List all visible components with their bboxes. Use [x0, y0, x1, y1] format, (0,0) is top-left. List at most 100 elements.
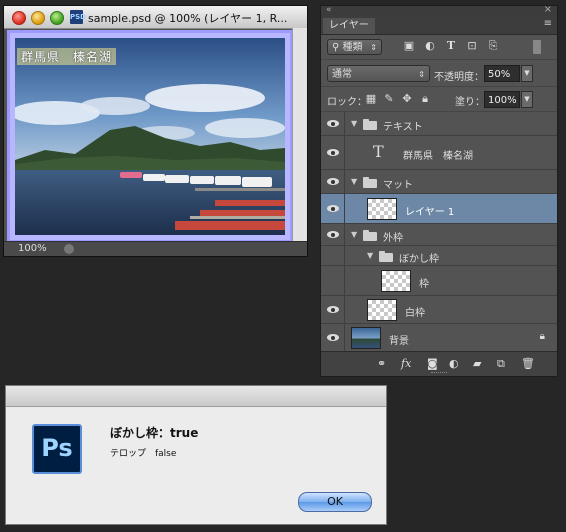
visibility-toggle[interactable] [321, 170, 345, 193]
shape-filter-icon[interactable]: ⊡ [466, 40, 478, 52]
eye-icon [327, 306, 339, 313]
folder-icon [379, 251, 393, 262]
pixel-filter-icon[interactable]: ▣ [403, 40, 415, 52]
visibility-toggle[interactable] [321, 296, 345, 323]
document-title: sample.psd @ 100% (レイヤー 1, R... [88, 12, 288, 25]
layer-name: 外枠 [383, 233, 403, 244]
blend-mode-select[interactable]: 通常 ⇕ [327, 65, 430, 82]
opacity-input[interactable]: 50% [484, 65, 520, 82]
lake-photo-image [15, 38, 285, 235]
layer-row-outer-frame-group[interactable]: ▼ 外枠 [321, 224, 557, 246]
disclosure-triangle-icon[interactable]: ▼ [351, 177, 357, 186]
visibility-toggle[interactable] [321, 324, 345, 352]
layer-name: 白枠 [405, 308, 425, 319]
disclosure-triangle-icon[interactable]: ▼ [367, 251, 373, 260]
filter-toggle-switch[interactable] [533, 40, 541, 54]
layer-filter-row: ⚲ 種類 ⇕ ▣ ◐ T ⊡ ⎘ [321, 35, 557, 60]
lock-all-icon[interactable]: 🔒︎ [419, 93, 431, 105]
eye-icon [327, 149, 339, 156]
layer-name: 枠 [419, 279, 429, 290]
document-titlebar[interactable]: PSD sample.psd @ 100% (レイヤー 1, R... [4, 6, 307, 29]
status-info-icon[interactable] [64, 244, 74, 254]
lock-fill-row: ロック： ▦ ✎ ✥ 🔒︎ 塗り： 100% ▼ [321, 87, 557, 112]
layer-row-background[interactable]: 背景 🔒︎ [321, 324, 557, 352]
layer-name: 群馬県 榛名湖 [403, 151, 473, 162]
layers-panel-footer: ⚭ fx ◙ ◐ ▰ ⧉ 🗑︎ [321, 351, 557, 376]
eye-icon [327, 334, 339, 341]
alert-titlebar[interactable] [6, 386, 386, 407]
type-filter-icon[interactable]: T [445, 40, 457, 52]
resize-grip[interactable] [431, 372, 447, 376]
layer-name: レイヤー 1 [405, 207, 455, 218]
layer-thumbnail [381, 270, 411, 292]
visibility-toggle[interactable] [321, 112, 345, 135]
smart-object-filter-icon[interactable]: ⎘ [487, 40, 499, 52]
close-panel-icon[interactable]: × [544, 4, 552, 15]
visibility-toggle[interactable] [321, 266, 345, 295]
link-layers-icon[interactable]: ⚭ [377, 357, 386, 370]
add-mask-icon[interactable]: ◙ [427, 357, 438, 370]
visibility-toggle[interactable] [321, 194, 345, 223]
visibility-toggle[interactable] [321, 136, 345, 169]
layer-name: テキスト [383, 122, 423, 133]
text-layer-icon: T [373, 142, 384, 161]
layers-panel: « × レイヤー ≡ ⚲ 種類 ⇕ ▣ ◐ T ⊡ ⎘ 通常 ⇕ 不透明度： 5… [320, 4, 558, 377]
folder-icon [363, 230, 377, 241]
zoom-level[interactable]: 100% [18, 243, 47, 254]
document-scrollbar[interactable] [292, 28, 307, 244]
fill-stepper[interactable]: ▼ [521, 91, 533, 108]
lock-label: ロック： [327, 97, 367, 108]
panel-topstrip: « × [321, 4, 557, 16]
lock-position-icon[interactable]: ✥ [401, 93, 413, 105]
canvas-caption-text: 群馬県 榛名湖 [17, 48, 117, 65]
photoshop-app-icon: Ps [32, 424, 82, 474]
layer-name: 背景 [389, 336, 409, 347]
fill-input[interactable]: 100% [484, 91, 520, 108]
eye-icon [327, 231, 339, 238]
new-group-icon[interactable]: ▰ [473, 357, 481, 370]
canvas-photo[interactable]: 群馬県 榛名湖 [15, 38, 285, 235]
background-thumbnail [351, 327, 381, 349]
layer-row-blur-frame-group[interactable]: ▼ ぼかし枠 [321, 246, 557, 266]
collapse-panel-icon[interactable]: « [326, 5, 332, 15]
layer-row-white-frame[interactable]: 白枠 [321, 296, 557, 324]
fill-label: 塗り： [455, 97, 485, 108]
filter-kind-select[interactable]: ⚲ 種類 ⇕ [327, 39, 382, 55]
alert-dialog: Ps ぼかし枠：true テロップ false OK [5, 385, 387, 525]
new-layer-icon[interactable]: ⧉ [497, 357, 505, 371]
visibility-toggle[interactable] [321, 246, 345, 265]
panel-tabbar: レイヤー ≡ [321, 16, 557, 35]
opacity-stepper[interactable]: ▼ [521, 65, 533, 82]
adjustment-filter-icon[interactable]: ◐ [424, 40, 436, 52]
disclosure-triangle-icon[interactable]: ▼ [351, 230, 357, 239]
visibility-toggle[interactable] [321, 224, 345, 245]
layer-row-caption-text[interactable]: T 群馬県 榛名湖 [321, 136, 557, 170]
alert-info-text: テロップ false [110, 449, 177, 459]
new-adjustment-icon[interactable]: ◐ [449, 357, 459, 370]
close-window-button[interactable] [12, 11, 26, 25]
chevron-updown-icon: ⇕ [418, 70, 425, 79]
zoom-window-button[interactable] [50, 11, 64, 25]
layer-list: ▼ テキスト T 群馬県 榛名湖 ▼ マット レイヤー 1 ▼ 外枠 ▼ ぼかし… [321, 112, 557, 352]
search-icon: ⚲ [332, 42, 340, 53]
disclosure-triangle-icon[interactable]: ▼ [351, 119, 357, 128]
lock-paint-icon[interactable]: ✎ [383, 93, 395, 105]
alert-message: ぼかし枠：true [110, 426, 199, 440]
document-statusbar: 100% [4, 241, 307, 256]
canvas-frame: 群馬県 榛名湖 [10, 33, 290, 240]
tab-layers[interactable]: レイヤー [323, 18, 375, 34]
layer-row-matte-group[interactable]: ▼ マット [321, 170, 557, 194]
lock-icon: 🔒︎ [539, 331, 545, 342]
layer-row-layer1-selected[interactable]: レイヤー 1 [321, 194, 557, 224]
lock-transparent-icon[interactable]: ▦ [365, 93, 377, 105]
eye-icon [327, 120, 339, 127]
panel-menu-icon[interactable]: ≡ [544, 18, 552, 29]
minimize-window-button[interactable] [31, 11, 45, 25]
layer-style-icon[interactable]: fx [401, 357, 411, 370]
blend-mode-value: 通常 [332, 69, 352, 80]
trash-icon[interactable]: 🗑︎ [521, 357, 535, 370]
layer-row-frame[interactable]: 枠 [321, 266, 557, 296]
ok-button[interactable]: OK [298, 492, 372, 512]
layer-name: マット [383, 180, 413, 191]
layer-row-text-group[interactable]: ▼ テキスト [321, 112, 557, 136]
